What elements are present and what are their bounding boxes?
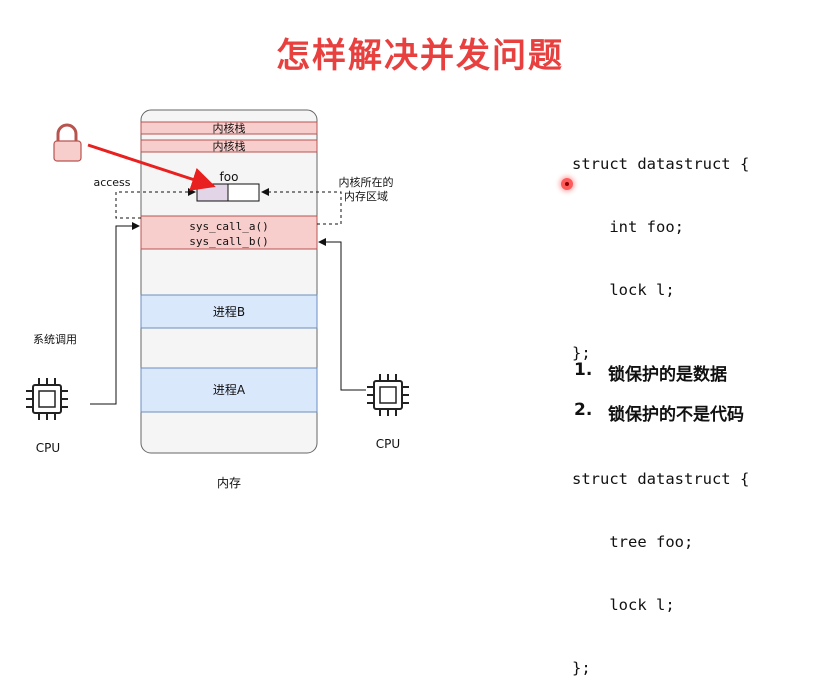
laser-pointer bbox=[561, 178, 573, 190]
code-line: struct datastruct { bbox=[572, 470, 750, 488]
cpu-left-label: CPU bbox=[36, 441, 60, 455]
key-point: 2. 锁保护的不是代码 bbox=[574, 400, 744, 440]
cpu-left-arrow bbox=[90, 222, 140, 405]
key-point-number: 2. bbox=[574, 400, 593, 420]
cpu-right-label: CPU bbox=[376, 437, 400, 451]
syscall-a-label: sys_call_a() bbox=[189, 220, 268, 233]
code-line: lock l; bbox=[572, 596, 675, 614]
code-line: struct datastruct { bbox=[572, 155, 750, 173]
cpu-chip-icon bbox=[26, 378, 68, 420]
code-line: int foo; bbox=[572, 218, 684, 236]
code-line: lock l; bbox=[572, 281, 675, 299]
cpu-right-arrow bbox=[318, 238, 366, 391]
kernel-stack-1-label: 内核栈 bbox=[213, 121, 246, 135]
key-point-number: 1. bbox=[574, 360, 593, 380]
foo-data-cell bbox=[227, 183, 260, 202]
lock-icon bbox=[53, 123, 82, 162]
access-label: access bbox=[93, 176, 130, 189]
foo-lock-cell bbox=[196, 183, 229, 202]
syscall-caption: 系统调用 bbox=[33, 333, 77, 346]
syscall-b-label: sys_call_b() bbox=[189, 235, 268, 248]
process-b-label: 进程B bbox=[213, 304, 245, 319]
key-point: 1. 锁保护的是数据 bbox=[574, 360, 744, 400]
memory-label: 内存 bbox=[217, 476, 241, 490]
cpu-chip-icon bbox=[367, 374, 409, 416]
kernel-region-label-line1: 内核所在的 bbox=[339, 175, 394, 189]
key-points: 1. 锁保护的是数据 2. 锁保护的不是代码 bbox=[574, 360, 744, 440]
process-a-label: 进程A bbox=[213, 382, 246, 397]
key-point-text: 锁保护的是数据 bbox=[608, 365, 727, 385]
key-point-text: 锁保护的不是代码 bbox=[608, 405, 744, 425]
kernel-stack-2-label: 内核栈 bbox=[213, 139, 246, 153]
kernel-region-label-line2: 内存区域 bbox=[344, 189, 388, 203]
code-line: tree foo; bbox=[572, 533, 694, 551]
foo-label: foo bbox=[220, 170, 239, 184]
code-line: }; bbox=[572, 659, 591, 677]
